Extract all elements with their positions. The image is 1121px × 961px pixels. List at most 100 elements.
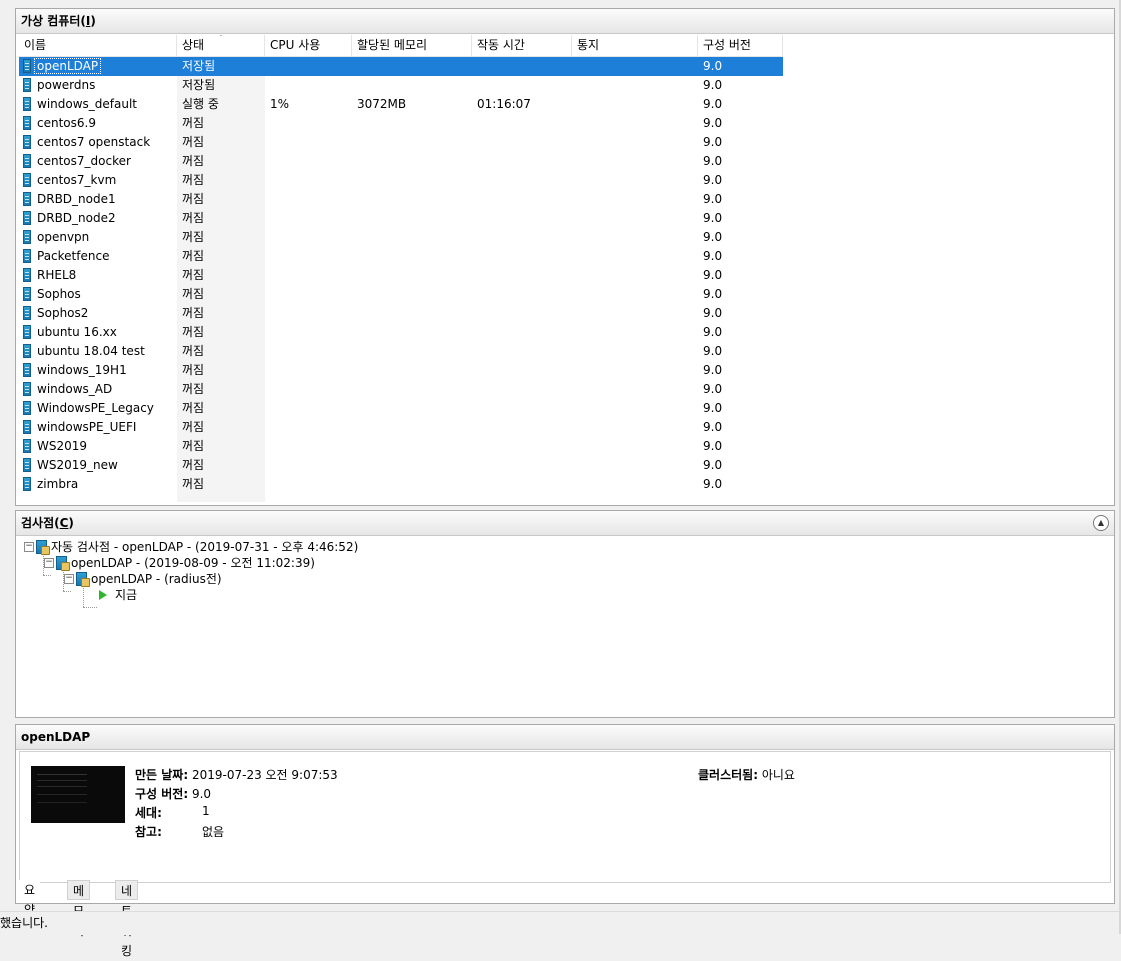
vm-config-version-cell: 9.0	[703, 76, 722, 95]
vm-row[interactable]: windowsPE_UEFI 꺼짐 9.0	[19, 418, 783, 437]
clustered-value: 아니요	[761, 768, 795, 782]
vm-rows: openLDAP 저장됨 9.0 powerdns 저장됨 9.0 windows_defa…	[19, 57, 783, 494]
vm-list-header: 이름 상태 ﹀ CPU 사용 할당된 메모리 작동 시간 통지 구성 버전	[19, 35, 783, 57]
tree-connector	[83, 607, 97, 608]
collapse-node-icon[interactable]: −	[24, 541, 34, 552]
vm-panel-title-end: )	[90, 14, 96, 28]
vm-name: openvpn	[37, 230, 90, 244]
virtual-machine-icon	[23, 438, 31, 453]
checkpoint-node[interactable]: − openLDAP - (radius전)	[64, 571, 222, 587]
vm-row[interactable]: ubuntu 16.xx 꺼짐 9.0	[19, 323, 783, 342]
vm-name: centos7_docker	[37, 154, 131, 168]
vm-name: centos6.9	[37, 116, 96, 130]
details-panel: openLDAP 만든 날짜: 2019-07-23 오전 9:07:53 구성…	[15, 724, 1115, 958]
vm-row[interactable]: WindowsPE_Legacy 꺼짐 9.0	[19, 399, 783, 418]
checkpoint-node[interactable]: − 자동 검사점 - openLDAP - (2019-07-31 - 오후 4:…	[24, 539, 358, 555]
vm-status: 꺼짐	[182, 401, 205, 415]
vm-row[interactable]: powerdns 저장됨 9.0	[19, 76, 783, 95]
tab-summary[interactable]: 요약	[19, 880, 41, 917]
vm-config-version: 9.0	[703, 382, 723, 396]
collapse-node-icon[interactable]: −	[64, 573, 74, 584]
details-panel-title: openLDAP	[16, 725, 1114, 750]
vm-status-cell: 꺼짐	[182, 418, 265, 437]
checkpoints-panel: 검사점(C) ▲ − 자동 검사점 - openLDAP - (2019-07-3…	[15, 510, 1115, 718]
vm-row[interactable]: centos6.9 꺼짐 9.0	[19, 114, 783, 133]
vm-status: 꺼짐	[182, 287, 205, 301]
column-header-uptime[interactable]: 작동 시간	[472, 35, 572, 56]
vm-row[interactable]: WS2019_new 꺼짐 9.0	[19, 456, 783, 475]
vm-status: 꺼짐	[182, 325, 205, 339]
vm-config-version: 9.0	[703, 249, 723, 263]
checkpoint-label: 자동 검사점 - openLDAP - (2019-07-31 - 오후 4:4…	[51, 540, 359, 554]
virtual-machine-icon	[23, 457, 31, 472]
vm-name-cell: WindowsPE_Legacy	[23, 399, 173, 418]
vm-name: ubuntu 16.xx	[37, 325, 117, 339]
column-header-memory[interactable]: 할당된 메모리	[352, 35, 472, 56]
vm-config-version-cell: 9.0	[703, 266, 722, 285]
vm-status-cell: 꺼짐	[182, 380, 265, 399]
vm-config-version: 9.0	[703, 173, 723, 187]
virtual-machine-icon	[23, 362, 31, 377]
vm-config-version-cell: 9.0	[703, 361, 722, 380]
vm-row[interactable]: windows_19H1 꺼짐 9.0	[19, 361, 783, 380]
checkpoint-icon	[76, 571, 90, 587]
vm-row[interactable]: DRBD_node2 꺼짐 9.0	[19, 209, 783, 228]
vm-row[interactable]: centos7_docker 꺼짐 9.0	[19, 152, 783, 171]
clustered-row: 클러스터됨: 아니요	[698, 766, 795, 783]
column-header-notes[interactable]: 통지	[572, 35, 698, 56]
vm-row[interactable]: zimbra 꺼짐 9.0	[19, 475, 783, 494]
vm-config-version: 9.0	[703, 59, 723, 73]
vm-row[interactable]: centos7 openstack 꺼짐 9.0	[19, 133, 783, 152]
vm-name-cell: WS2019	[23, 437, 173, 456]
collapse-node-icon[interactable]: −	[44, 557, 54, 568]
vm-name: WindowsPE_Legacy	[37, 401, 154, 415]
vm-status-cell: 꺼짐	[182, 228, 265, 247]
vm-list[interactable]: 이름 상태 ﹀ CPU 사용 할당된 메모리 작동 시간 통지 구성 버전 op…	[19, 35, 1111, 502]
vm-row[interactable]: Sophos 꺼짐 9.0	[19, 285, 783, 304]
vm-name: DRBD_node2	[37, 211, 116, 225]
vm-row[interactable]: Sophos2 꺼짐 9.0	[19, 304, 783, 323]
vm-status-cell: 꺼짐	[182, 285, 265, 304]
tree-connector	[43, 575, 51, 576]
vm-row[interactable]: centos7_kvm 꺼짐 9.0	[19, 171, 783, 190]
vm-config-version-cell: 9.0	[703, 399, 722, 418]
vm-config-version-cell: 9.0	[703, 190, 722, 209]
collapse-panel-icon[interactable]: ▲	[1093, 515, 1109, 531]
vm-status: 꺼짐	[182, 420, 205, 434]
vm-row[interactable]: RHEL8 꺼짐 9.0	[19, 266, 783, 285]
config-version-row: 구성 버전: 9.0	[135, 785, 211, 802]
vm-row[interactable]: openLDAP 저장됨 9.0	[19, 57, 783, 76]
vm-row[interactable]: WS2019 꺼짐 9.0	[19, 437, 783, 456]
vm-config-version-cell: 9.0	[703, 114, 722, 133]
vm-row[interactable]: ubuntu 18.04 test 꺼짐 9.0	[19, 342, 783, 361]
vm-config-version-cell: 9.0	[703, 342, 722, 361]
vm-cpu-usage: 1%	[270, 97, 290, 111]
vm-name-cell: Packetfence	[23, 247, 173, 266]
column-header-version[interactable]: 구성 버전	[698, 35, 783, 56]
tab-memory[interactable]: 메모리	[67, 880, 91, 938]
vm-status-cell: 꺼짐	[182, 247, 265, 266]
vm-status-cell: 꺼짐	[182, 133, 265, 152]
vm-assigned-memory: 3072MB	[357, 97, 407, 111]
virtual-machine-icon	[23, 96, 31, 111]
now-node[interactable]: 지금	[99, 587, 137, 603]
config-version-value: 9.0	[191, 787, 212, 801]
tab-networking[interactable]: 네트워킹	[115, 880, 139, 958]
vm-row[interactable]: Packetfence 꺼짐 9.0	[19, 247, 783, 266]
vm-name-cell: DRBD_node1	[23, 190, 173, 209]
column-header-name[interactable]: 이름	[19, 35, 177, 56]
generation-label: 세대:	[135, 806, 162, 820]
checkpoints-panel-title-end: )	[68, 516, 74, 530]
vm-row[interactable]: openvpn 꺼짐 9.0	[19, 228, 783, 247]
vm-row[interactable]: windows_default 실행 중 1% 3072MB 01:16:07 9.0	[19, 95, 783, 114]
vm-row[interactable]: windows_AD 꺼짐 9.0	[19, 380, 783, 399]
column-header-cpu[interactable]: CPU 사용	[265, 35, 352, 56]
vm-config-version: 9.0	[703, 401, 723, 415]
vm-config-version-cell: 9.0	[703, 380, 722, 399]
vm-status: 꺼짐	[182, 173, 205, 187]
vm-row[interactable]: DRBD_node1 꺼짐 9.0	[19, 190, 783, 209]
vm-name: centos7 openstack	[37, 135, 151, 149]
checkpoint-node[interactable]: − openLDAP - (2019-08-09 - 오전 11:02:39)	[44, 555, 315, 571]
vm-name-cell: openLDAP	[23, 57, 173, 76]
vm-config-version-cell: 9.0	[703, 95, 722, 114]
